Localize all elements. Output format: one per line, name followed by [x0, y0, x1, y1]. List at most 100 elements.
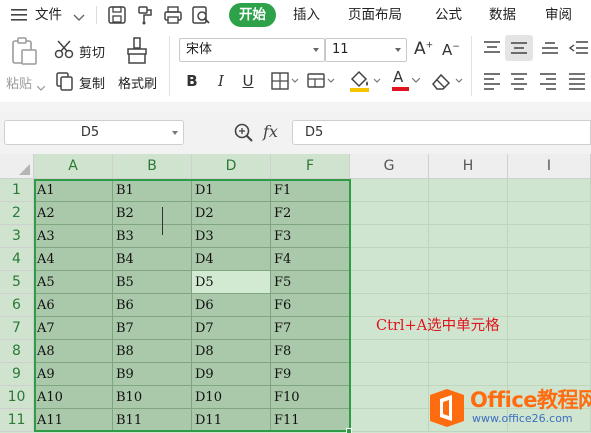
fill-pattern-icon[interactable] [306, 71, 336, 95]
cell-f7[interactable]: F7 [271, 317, 350, 340]
empty-cell[interactable] [429, 225, 508, 248]
align-left-icon[interactable] [482, 72, 502, 94]
cell-d9[interactable]: D9 [192, 363, 271, 386]
empty-cell[interactable] [429, 363, 508, 386]
cell-f5[interactable]: F5 [271, 271, 350, 294]
font-color-icon[interactable]: A [392, 68, 422, 92]
fill-handle[interactable] [346, 428, 352, 433]
empty-cell[interactable] [429, 202, 508, 225]
clear-format-icon[interactable] [430, 70, 464, 96]
fill-color-icon[interactable] [348, 69, 382, 97]
column-header-i[interactable]: I [508, 154, 591, 179]
cell-b1[interactable]: B1 [113, 179, 192, 202]
cell-d6[interactable]: D6 [192, 294, 271, 317]
tab-data[interactable]: 数据 [489, 0, 516, 30]
format-painter-quick-icon[interactable] [135, 4, 157, 26]
align-right-icon[interactable] [538, 72, 558, 94]
cell-f2[interactable]: F2 [271, 202, 350, 225]
font-size-select[interactable]: 11 [325, 38, 407, 62]
formula-input[interactable]: D5 [292, 120, 591, 145]
empty-cell[interactable] [508, 294, 591, 317]
justify-icon[interactable] [567, 72, 587, 94]
empty-cell[interactable] [350, 248, 429, 271]
borders-icon[interactable] [270, 71, 300, 95]
row-header-11[interactable]: 11 [0, 409, 34, 432]
cell-b9[interactable]: B9 [113, 363, 192, 386]
bold-button[interactable]: B [183, 70, 201, 92]
empty-cell[interactable] [429, 248, 508, 271]
empty-cell[interactable] [508, 225, 591, 248]
save-icon[interactable] [106, 4, 128, 26]
cut-icon[interactable] [54, 40, 76, 64]
underline-button[interactable]: U [239, 70, 257, 92]
row-header-6[interactable]: 6 [0, 294, 34, 317]
select-all-corner[interactable] [0, 154, 34, 179]
empty-cell[interactable] [350, 202, 429, 225]
empty-cell[interactable] [508, 340, 591, 363]
empty-cell[interactable] [429, 179, 508, 202]
cell-a11[interactable]: A11 [34, 409, 113, 432]
cell-f10[interactable]: F10 [271, 386, 350, 409]
empty-cell[interactable] [350, 271, 429, 294]
cell-a8[interactable]: A8 [34, 340, 113, 363]
cell-a1[interactable]: A1 [34, 179, 113, 202]
cell-f9[interactable]: F9 [271, 363, 350, 386]
empty-cell[interactable] [508, 271, 591, 294]
paste-label[interactable]: 粘贴 [6, 73, 32, 92]
print-preview-icon[interactable] [190, 4, 212, 26]
row-header-8[interactable]: 8 [0, 340, 34, 363]
cell-b7[interactable]: B7 [113, 317, 192, 340]
cell-d11[interactable]: D11 [192, 409, 271, 432]
insert-function-button[interactable]: fx [263, 122, 278, 141]
hamburger-menu-icon[interactable] [11, 8, 27, 22]
cell-f4[interactable]: F4 [271, 248, 350, 271]
cell-f11[interactable]: F11 [271, 409, 350, 432]
cut-label[interactable]: 剪切 [79, 42, 105, 61]
empty-cell[interactable] [429, 271, 508, 294]
column-header-b[interactable]: B [113, 154, 192, 179]
italic-button[interactable]: I [212, 70, 230, 92]
row-header-3[interactable]: 3 [0, 225, 34, 248]
empty-cell[interactable] [350, 386, 429, 409]
tab-insert[interactable]: 插入 [293, 0, 320, 30]
empty-cell[interactable] [350, 179, 429, 202]
empty-cell[interactable] [350, 340, 429, 363]
column-header-a[interactable]: A [34, 154, 113, 179]
tab-page-layout[interactable]: 页面布局 [348, 0, 402, 30]
cell-d7[interactable]: D7 [192, 317, 271, 340]
column-header-h[interactable]: H [429, 154, 508, 179]
cell-b3[interactable]: B3 [113, 225, 192, 248]
empty-cell[interactable] [429, 340, 508, 363]
cell-d3[interactable]: D3 [192, 225, 271, 248]
copy-label[interactable]: 复制 [79, 73, 105, 92]
cell-a5[interactable]: A5 [34, 271, 113, 294]
cell-a6[interactable]: A6 [34, 294, 113, 317]
cell-b10[interactable]: B10 [113, 386, 192, 409]
empty-cell[interactable] [508, 179, 591, 202]
cell-a7[interactable]: A7 [34, 317, 113, 340]
cell-d8[interactable]: D8 [192, 340, 271, 363]
align-middle-button[interactable] [505, 35, 533, 61]
print-icon[interactable] [162, 4, 184, 26]
zoom-icon[interactable] [233, 122, 255, 148]
row-header-10[interactable]: 10 [0, 386, 34, 409]
column-header-g[interactable]: G [350, 154, 429, 179]
cell-d2[interactable]: D2 [192, 202, 271, 225]
cell-d4[interactable]: D4 [192, 248, 271, 271]
decrease-font-icon[interactable]: A− [442, 41, 460, 59]
file-menu-chevron-icon[interactable] [73, 11, 85, 26]
cell-b11[interactable]: B11 [113, 409, 192, 432]
format-painter-icon[interactable] [125, 36, 151, 70]
empty-cell[interactable] [350, 225, 429, 248]
font-name-select[interactable]: 宋体 [179, 38, 325, 62]
tab-home[interactable]: 开始 [229, 3, 276, 27]
row-header-9[interactable]: 9 [0, 363, 34, 386]
row-header-7[interactable]: 7 [0, 317, 34, 340]
cell-a2[interactable]: A2 [34, 202, 113, 225]
align-center-icon[interactable] [509, 72, 529, 94]
align-top-icon[interactable] [482, 39, 502, 61]
format-painter-label[interactable]: 格式刷 [118, 73, 157, 92]
indent-icon[interactable] [568, 39, 588, 61]
empty-cell[interactable] [508, 317, 591, 340]
row-header-1[interactable]: 1 [0, 179, 34, 202]
